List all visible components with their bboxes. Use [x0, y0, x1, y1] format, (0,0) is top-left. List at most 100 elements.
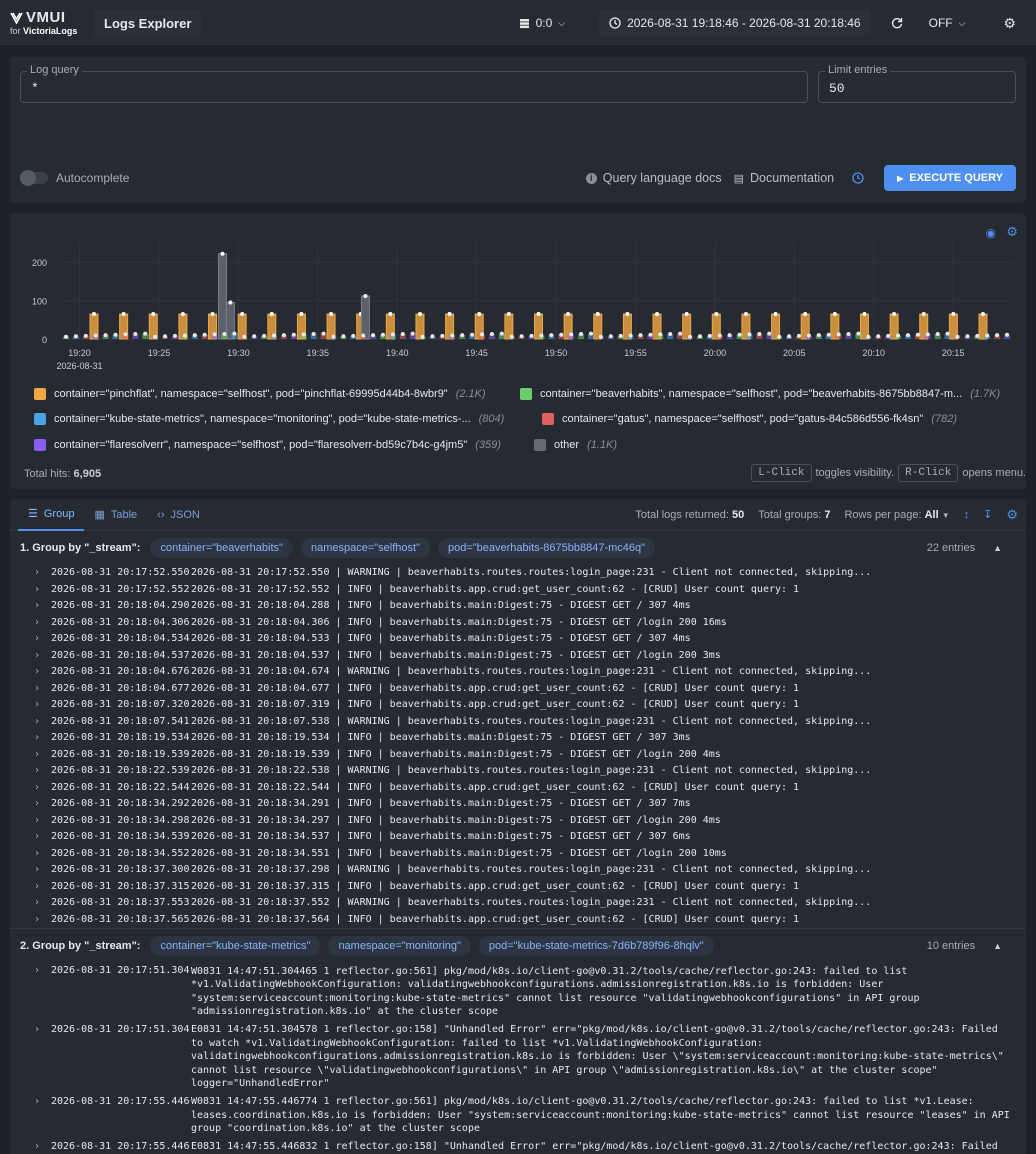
chevron-right-icon[interactable]: ›	[34, 565, 51, 582]
query-language-docs-link[interactable]: i Query language docs	[585, 171, 722, 185]
log-row[interactable]: › 2026-08-31 20:17:51.304 W0831 14:47:51…	[10, 963, 1026, 1019]
bar-point	[767, 331, 772, 336]
chevron-right-icon[interactable]: ›	[34, 796, 51, 813]
log-row[interactable]: › 2026-08-31 20:18:34.292 2026-08-31 20:…	[10, 796, 1026, 813]
stream-field-chip[interactable]: pod="beaverhabits-8675bb8847-mc46q"	[437, 538, 656, 558]
group-header[interactable]: 1. Group by "_stream": container="beaverh…	[10, 531, 1026, 565]
chevron-right-icon[interactable]: ›	[34, 862, 51, 879]
stream-field-chip[interactable]: container="beaverhabits"	[150, 538, 293, 558]
legend-item-kube-state-metrics[interactable]: container="kube-state-metrics", namespac…	[34, 413, 504, 425]
tab-table[interactable]: ▦ Table	[84, 499, 147, 531]
page-title[interactable]: Logs Explorer	[94, 9, 202, 37]
execute-query-button[interactable]: ▶ EXECUTE QUERY	[884, 165, 1016, 191]
chevron-right-icon[interactable]: ›	[34, 829, 51, 846]
chevron-right-icon[interactable]: ›	[34, 763, 51, 780]
chevron-right-icon[interactable]: ›	[34, 648, 51, 665]
chevron-right-icon[interactable]: ›	[34, 631, 51, 648]
log-message: 2026-08-31 20:18:04.677 | INFO | beaverh…	[191, 682, 800, 694]
log-row[interactable]: › 2026-08-31 20:18:07.541 2026-08-31 20:…	[10, 714, 1026, 731]
log-row[interactable]: › 2026-08-31 20:17:52.552 2026-08-31 20:…	[10, 582, 1026, 599]
collapse-all-icon[interactable]: ↕	[964, 509, 970, 521]
stream-field-chip[interactable]: namespace="monitoring"	[328, 936, 471, 956]
log-row[interactable]: › 2026-08-31 20:18:04.534 2026-08-31 20:…	[10, 631, 1026, 648]
log-row[interactable]: › 2026-08-31 20:17:55.446 W0831 14:47:55…	[10, 1094, 1026, 1136]
log-row[interactable]: › 2026-08-31 20:18:37.300 2026-08-31 20:…	[10, 862, 1026, 879]
documentation-link[interactable]: ▤ Documentation	[734, 171, 834, 185]
auto-refresh-selector[interactable]: OFF ⌵	[919, 10, 976, 36]
logs-settings-icon[interactable]: ⚙	[1006, 507, 1018, 523]
refresh-button[interactable]	[881, 11, 913, 35]
tab-group[interactable]: ☰ Group	[18, 499, 85, 531]
vmui-logo[interactable]: VMUI for VictoriaLogs	[10, 10, 80, 36]
chevron-right-icon[interactable]: ›	[34, 681, 51, 698]
chevron-right-icon[interactable]: ›	[34, 813, 51, 830]
chevron-right-icon[interactable]: ›	[34, 582, 51, 599]
chevron-right-icon[interactable]: ›	[34, 730, 51, 747]
chevron-right-icon[interactable]: ›	[34, 963, 51, 1019]
stream-field-chip[interactable]: pod="kube-state-metrics-7d6b789f96-8hqlv…	[478, 936, 714, 956]
log-row[interactable]: › 2026-08-31 20:18:19.534 2026-08-31 20:…	[10, 730, 1026, 747]
legend-count: (1.7K)	[970, 388, 1001, 400]
log-row[interactable]: › 2026-08-31 20:17:55.446 E0831 14:47:55…	[10, 1139, 1026, 1154]
log-row[interactable]: › 2026-08-31 20:18:04.537 2026-08-31 20:…	[10, 648, 1026, 665]
chevron-right-icon[interactable]: ›	[34, 747, 51, 764]
chevron-up-icon[interactable]: ▲	[993, 543, 1002, 553]
log-row[interactable]: › 2026-08-31 20:18:37.553 2026-08-31 20:…	[10, 895, 1026, 912]
legend-item-beaverhabits[interactable]: container="beaverhabits", namespace="sel…	[520, 388, 1000, 400]
top-header: VMUI for VictoriaLogs Logs Explorer 0:0 …	[0, 0, 1036, 47]
log-time: 2026-08-31 20:17:52.550	[51, 567, 190, 578]
download-icon[interactable]: ↧	[983, 508, 992, 521]
chevron-right-icon[interactable]: ›	[34, 912, 51, 929]
bar-point	[121, 312, 126, 317]
log-row[interactable]: › 2026-08-31 20:18:34.552 2026-08-31 20:…	[10, 846, 1026, 863]
legend-item-flaresolverr[interactable]: container="flaresolverr", namespace="sel…	[34, 439, 501, 451]
log-row[interactable]: › 2026-08-31 20:18:07.320 2026-08-31 20:…	[10, 697, 1026, 714]
query-history-button[interactable]	[852, 172, 864, 184]
chevron-right-icon[interactable]: ›	[34, 879, 51, 896]
log-row[interactable]: › 2026-08-31 20:18:34.298 2026-08-31 20:…	[10, 813, 1026, 830]
log-row[interactable]: › 2026-08-31 20:18:04.290 2026-08-31 20:…	[10, 598, 1026, 615]
log-row[interactable]: › 2026-08-31 20:18:19.539 2026-08-31 20:…	[10, 747, 1026, 764]
chevron-right-icon[interactable]: ›	[34, 714, 51, 731]
chevron-right-icon[interactable]: ›	[34, 1022, 51, 1091]
settings-button[interactable]: ⚙	[993, 9, 1026, 38]
log-row[interactable]: › 2026-08-31 20:17:51.304 E0831 14:47:51…	[10, 1022, 1026, 1091]
legend-item-other[interactable]: other (1.1K)	[534, 439, 617, 451]
x-tick-label: 19:45	[465, 348, 488, 358]
log-row[interactable]: › 2026-08-31 20:18:22.539 2026-08-31 20:…	[10, 763, 1026, 780]
legend-item-gatus[interactable]: container="gatus", namespace="selfhost",…	[542, 413, 957, 425]
chevron-right-icon[interactable]: ›	[34, 846, 51, 863]
log-row[interactable]: › 2026-08-31 20:18:34.539 2026-08-31 20:…	[10, 829, 1026, 846]
log-row[interactable]: › 2026-08-31 20:18:04.306 2026-08-31 20:…	[10, 615, 1026, 632]
limit-entries-input[interactable]: Limit entries 50	[818, 64, 1016, 103]
chevron-right-icon[interactable]: ›	[34, 598, 51, 615]
tab-json[interactable]: ‹› JSON	[147, 499, 210, 531]
chevron-down-icon: ⌵	[558, 17, 566, 28]
chevron-right-icon[interactable]: ›	[34, 780, 51, 797]
chevron-right-icon[interactable]: ›	[34, 615, 51, 632]
log-row[interactable]: › 2026-08-31 20:18:04.677 2026-08-31 20:…	[10, 681, 1026, 698]
log-row[interactable]: › 2026-08-31 20:18:04.676 2026-08-31 20:…	[10, 664, 1026, 681]
autocomplete-toggle[interactable]	[20, 170, 48, 186]
stream-field-chip[interactable]: container="kube-state-metrics"	[150, 936, 321, 956]
log-row[interactable]: › 2026-08-31 20:17:52.550 2026-08-31 20:…	[10, 565, 1026, 582]
chevron-right-icon[interactable]: ›	[34, 895, 51, 912]
chevron-right-icon[interactable]: ›	[34, 664, 51, 681]
log-query-input[interactable]: Log query *	[20, 64, 808, 103]
legend-swatch	[34, 388, 46, 400]
tenant-selector[interactable]: 0:0 ⌵	[509, 10, 576, 36]
chevron-right-icon[interactable]: ›	[34, 1094, 51, 1136]
chevron-right-icon[interactable]: ›	[34, 1139, 51, 1154]
log-message: 2026-08-31 20:18:04.537 | INFO | beaverh…	[191, 649, 721, 661]
log-row[interactable]: › 2026-08-31 20:18:22.544 2026-08-31 20:…	[10, 780, 1026, 797]
log-row[interactable]: › 2026-08-31 20:18:37.565 2026-08-31 20:…	[10, 912, 1026, 929]
chevron-right-icon[interactable]: ›	[34, 697, 51, 714]
x-tick-label: 19:40	[386, 348, 409, 358]
time-range-selector[interactable]: 2026-08-31 19:18:46 - 2026-08-31 20:18:4…	[599, 10, 871, 36]
group-header[interactable]: 2. Group by "_stream": container="kube-st…	[10, 929, 1026, 963]
rows-per-page[interactable]: Rows per page: All ▼	[844, 509, 949, 521]
legend-item-pinchflat[interactable]: container="pinchflat", namespace="selfho…	[34, 388, 486, 400]
log-row[interactable]: › 2026-08-31 20:18:37.315 2026-08-31 20:…	[10, 879, 1026, 896]
chevron-up-icon[interactable]: ▲	[993, 941, 1002, 951]
stream-field-chip[interactable]: namespace="selfhost"	[300, 538, 430, 558]
